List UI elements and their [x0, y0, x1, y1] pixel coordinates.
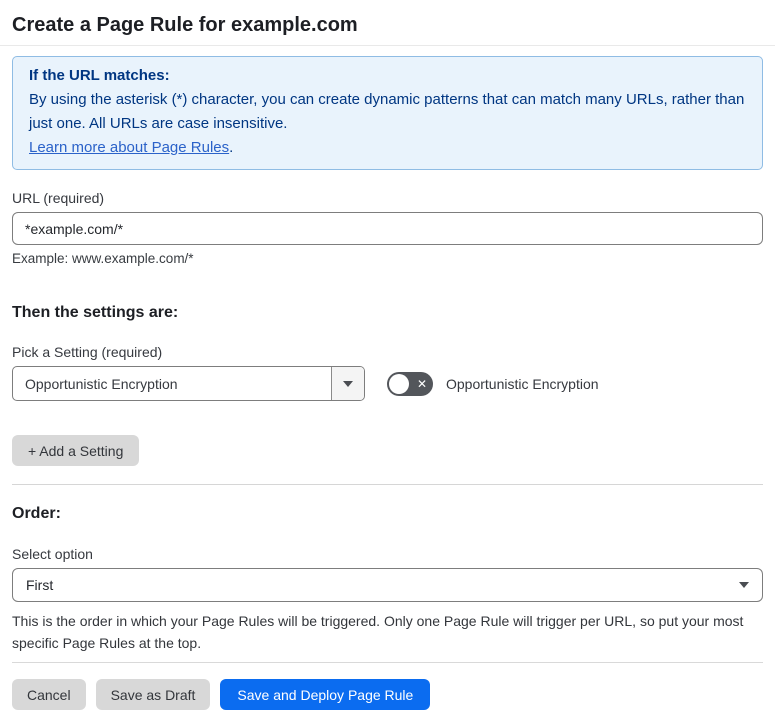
link-period: .: [229, 139, 234, 156]
save-as-draft-button[interactable]: Save as Draft: [95, 679, 211, 710]
setting-select[interactable]: Opportunistic Encryption: [12, 366, 365, 401]
opportunistic-encryption-toggle[interactable]: ✕: [387, 371, 433, 396]
x-icon: ✕: [416, 376, 427, 391]
chevron-down-icon: [739, 582, 749, 588]
chevron-down-icon: [343, 380, 353, 387]
section-divider: [12, 484, 763, 485]
url-field-label: URL (required): [12, 190, 105, 206]
save-and-deploy-button[interactable]: Save and Deploy Page Rule: [220, 679, 431, 710]
learn-more-link[interactable]: Learn more about Page Rules: [29, 139, 229, 156]
url-example-text: Example: www.example.com/*: [12, 251, 194, 266]
pick-setting-label: Pick a Setting (required): [12, 344, 163, 360]
page-title: Create a Page Rule for example.com: [12, 14, 358, 36]
info-box-heading: If the URL matches:: [29, 67, 170, 84]
order-help-text: This is the order in which your Page Rul…: [12, 613, 744, 651]
toggle-label: Opportunistic Encryption: [446, 375, 599, 392]
order-select[interactable]: First: [12, 568, 763, 602]
order-select-label: Select option: [12, 546, 93, 562]
order-select-value: First: [26, 577, 54, 593]
page-rule-form: Create a Page Rule for example.com If th…: [0, 12, 775, 710]
add-setting-button[interactable]: + Add a Setting: [12, 435, 140, 466]
settings-section-heading: Then the settings are:: [12, 304, 179, 321]
footer-actions: Cancel Save as Draft Save and Deploy Pag…: [12, 679, 763, 710]
url-input[interactable]: [12, 212, 763, 245]
cancel-button[interactable]: Cancel: [12, 679, 86, 710]
footer-divider: [12, 662, 763, 663]
url-match-info-box: If the URL matches: By using the asteris…: [12, 56, 763, 170]
setting-row: Opportunistic Encryption ✕ Opportunistic…: [12, 366, 763, 401]
info-box-body: By using the asterisk (*) character, you…: [29, 91, 745, 132]
setting-select-caret-button[interactable]: [331, 367, 364, 400]
setting-select-value: Opportunistic Encryption: [25, 375, 178, 392]
header-divider: [0, 45, 775, 46]
order-section-heading: Order:: [12, 505, 61, 522]
info-box-link-line: Learn more about Page Rules.: [29, 136, 746, 160]
toggle-knob: [389, 373, 409, 394]
